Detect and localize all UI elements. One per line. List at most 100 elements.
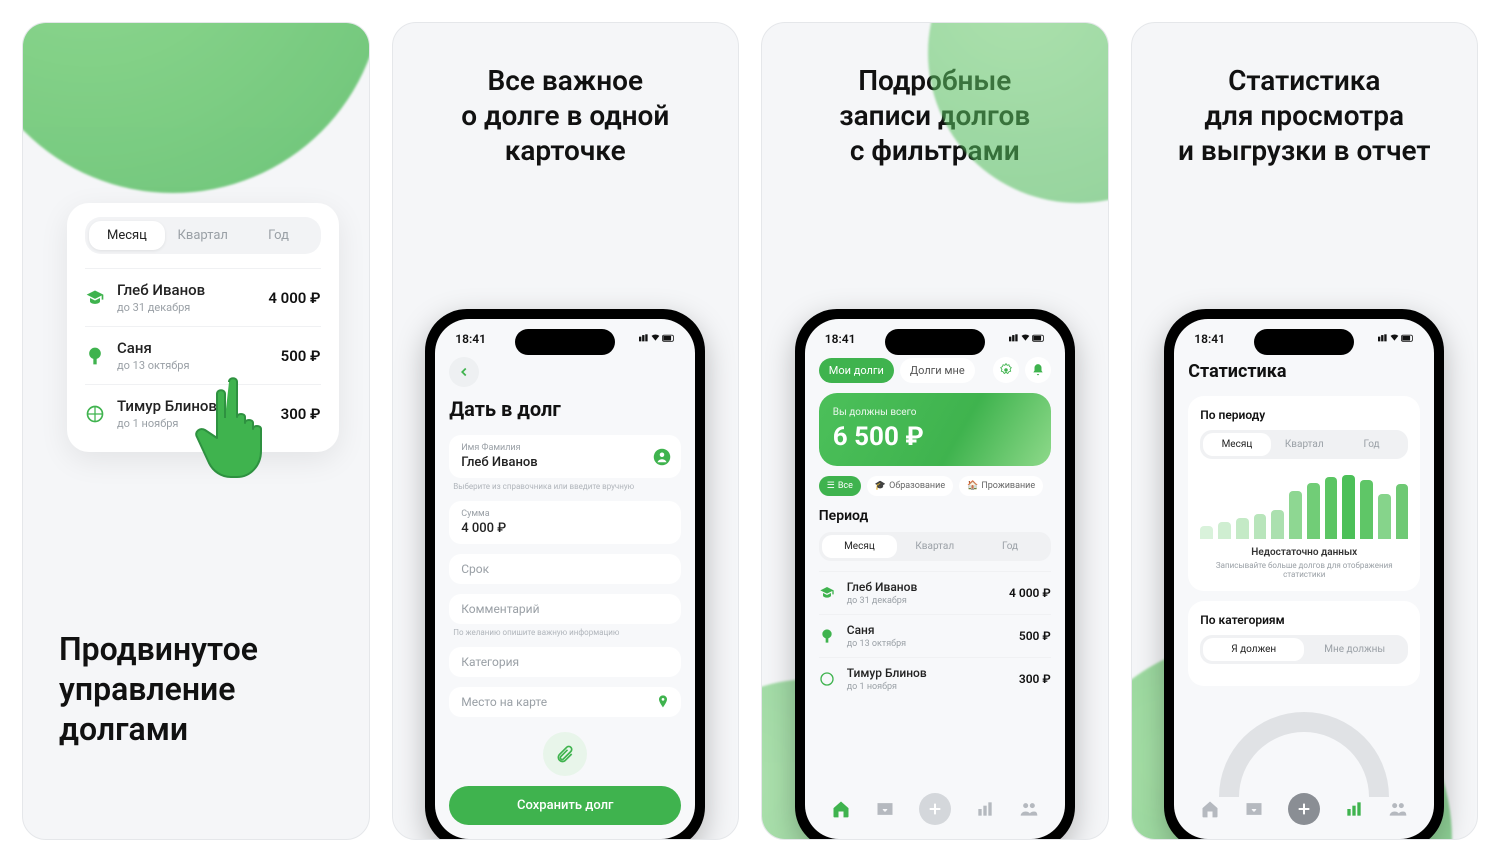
tab-inbox-icon[interactable] <box>875 799 895 819</box>
tab-inbox-icon[interactable] <box>1244 799 1264 819</box>
bar <box>1254 514 1267 539</box>
filter-all[interactable]: ☰Все <box>819 476 861 496</box>
tab-quarter[interactable]: Квартал <box>1271 433 1338 456</box>
status-time: 18:41 <box>825 332 856 346</box>
total-value: 6 500 ₽ <box>833 422 1037 452</box>
bar <box>1218 522 1231 539</box>
chip-my-debts[interactable]: Мои долги <box>819 358 894 383</box>
bar <box>1378 494 1391 540</box>
tab-stats-icon[interactable] <box>975 799 995 819</box>
status-icons <box>1009 333 1045 345</box>
tab-people-icon[interactable] <box>1019 799 1039 819</box>
filter-living[interactable]: 🏠Проживание <box>959 476 1043 496</box>
no-data-title: Недостаточно данных <box>1200 547 1408 558</box>
phone-notch <box>1254 329 1354 355</box>
status-time: 18:41 <box>455 332 486 346</box>
status-time: 18:41 <box>1194 332 1225 346</box>
debt-amount: 500 ₽ <box>281 347 321 365</box>
name-field[interactable]: Имя Фамилия Глеб Иванов <box>449 435 681 478</box>
list-item[interactable]: Глеб Иванов до 31 декабря 4 000 ₽ <box>85 268 321 326</box>
top-chips: Мои долги Долги мне <box>819 357 1051 383</box>
filter-education[interactable]: 🎓Образование <box>867 476 953 496</box>
tab-people-icon[interactable] <box>1388 799 1408 819</box>
contact-icon[interactable] <box>653 448 671 466</box>
no-data-sub: Записывайте больше долгов для отображени… <box>1200 561 1408 579</box>
food-icon <box>819 628 835 644</box>
tab-quarter[interactable]: Квартал <box>165 221 241 250</box>
back-button[interactable] <box>449 357 479 387</box>
debt-amount: 4 000 ₽ <box>268 289 320 307</box>
screenshot-panel-4: Статистика для просмотра и выгрузки в от… <box>1131 22 1479 840</box>
tab-month[interactable]: Месяц <box>1203 433 1270 456</box>
map-pin-icon <box>655 694 671 710</box>
tab-quarter[interactable]: Квартал <box>897 535 972 558</box>
phone-mockup: 18:41 Мои долги Долги мне <box>795 309 1075 840</box>
tab-year[interactable]: Год <box>1338 433 1405 456</box>
tab-i-owe[interactable]: Я должен <box>1203 638 1304 661</box>
by-category-card: По категориям Я должен Мне должны <box>1188 601 1420 686</box>
section-period: Период <box>819 508 1051 524</box>
education-icon <box>85 288 105 308</box>
tab-month[interactable]: Месяц <box>89 221 165 250</box>
food-icon <box>85 346 105 366</box>
list-item[interactable]: Саня до 13 октября 500 ₽ <box>819 614 1051 657</box>
list-item[interactable]: Глеб Иванов до 31 декабря 4 000 ₽ <box>819 571 1051 614</box>
pointer-hand-icon <box>191 372 291 482</box>
bottom-tabbar <box>1188 789 1420 829</box>
bell-icon[interactable] <box>1025 357 1051 383</box>
debt-name: Саня <box>117 339 269 357</box>
donut-chart-empty <box>1219 712 1389 797</box>
debt-date: до 13 октября <box>117 359 269 372</box>
bar <box>1289 491 1302 539</box>
sport-icon <box>85 404 105 424</box>
screenshot-panel-3: Подробные записи долгов с фильтрами 18:4… <box>761 22 1109 840</box>
due-field[interactable]: Срок <box>449 554 681 584</box>
tab-add-button[interactable] <box>919 793 951 825</box>
bar <box>1236 518 1249 539</box>
list-item[interactable]: Тимур Блинов до 1 ноября 300 ₽ <box>819 657 1051 700</box>
settings-icon[interactable] <box>993 357 1019 383</box>
tab-home-icon[interactable] <box>1200 799 1220 819</box>
tab-home-icon[interactable] <box>831 799 851 819</box>
comment-field[interactable]: Комментарий <box>449 594 681 624</box>
screenshot-panel-2: Все важное о долге в одной карточке 18:4… <box>392 22 740 840</box>
screenshot-panel-1: Месяц Квартал Год Глеб Иванов до 31 дека… <box>22 22 370 840</box>
by-period-card: По периоду Месяц Квартал Год Недостаточн… <box>1188 396 1420 591</box>
attach-button[interactable] <box>543 732 587 776</box>
status-icons <box>639 333 675 345</box>
chip-debts-to-me[interactable]: Долги мне <box>900 358 975 383</box>
category-field[interactable]: Категория <box>449 647 681 677</box>
by-period-title: По периоду <box>1200 408 1408 422</box>
save-button[interactable]: Сохранить долг <box>449 786 681 825</box>
tab-stats-icon[interactable] <box>1344 799 1364 819</box>
category-tabs: Я должен Мне должны <box>1200 635 1408 664</box>
debt-name: Глеб Иванов <box>117 281 256 299</box>
debt-date: до 31 декабря <box>117 301 256 314</box>
tab-year[interactable]: Год <box>241 221 317 250</box>
category-filters: ☰Все 🎓Образование 🏠Проживание <box>819 476 1051 496</box>
period-tabs: Месяц Квартал Год <box>819 532 1051 561</box>
tab-month[interactable]: Месяц <box>822 535 897 558</box>
panel-headline: Все важное о долге в одной карточке <box>393 23 739 168</box>
phone-mockup: 18:41 Статистика По периоду Месяц Кварта… <box>1164 309 1444 840</box>
name-hint: Выберите из справочника или введите вруч… <box>453 482 681 491</box>
list-item[interactable]: Тимур Блинов до 1 ноября 300 ₽ <box>85 384 321 442</box>
decor-blob <box>22 22 370 193</box>
screen-title: Статистика <box>1188 361 1420 382</box>
debt-list-card: Месяц Квартал Год Глеб Иванов до 31 дека… <box>67 203 339 452</box>
bottom-tabbar <box>819 789 1051 829</box>
tab-add-button[interactable] <box>1288 793 1320 825</box>
screen-title: Дать в долг <box>449 397 681 421</box>
bar <box>1200 526 1213 539</box>
panel-headline: Статистика для просмотра и выгрузки в от… <box>1132 23 1478 168</box>
bar <box>1360 480 1373 540</box>
total-card: Вы должны всего 6 500 ₽ <box>819 393 1051 466</box>
tab-owe-me[interactable]: Мне должны <box>1304 638 1405 661</box>
sport-icon <box>819 671 835 687</box>
bar <box>1396 484 1409 539</box>
comment-hint: По желанию опишите важную информацию <box>453 628 681 637</box>
tab-year[interactable]: Год <box>972 535 1047 558</box>
place-field[interactable]: Место на карте <box>449 687 681 717</box>
amount-field[interactable]: Сумма 4 000 ₽ <box>449 501 681 544</box>
period-tabs: Месяц Квартал Год <box>1200 430 1408 459</box>
